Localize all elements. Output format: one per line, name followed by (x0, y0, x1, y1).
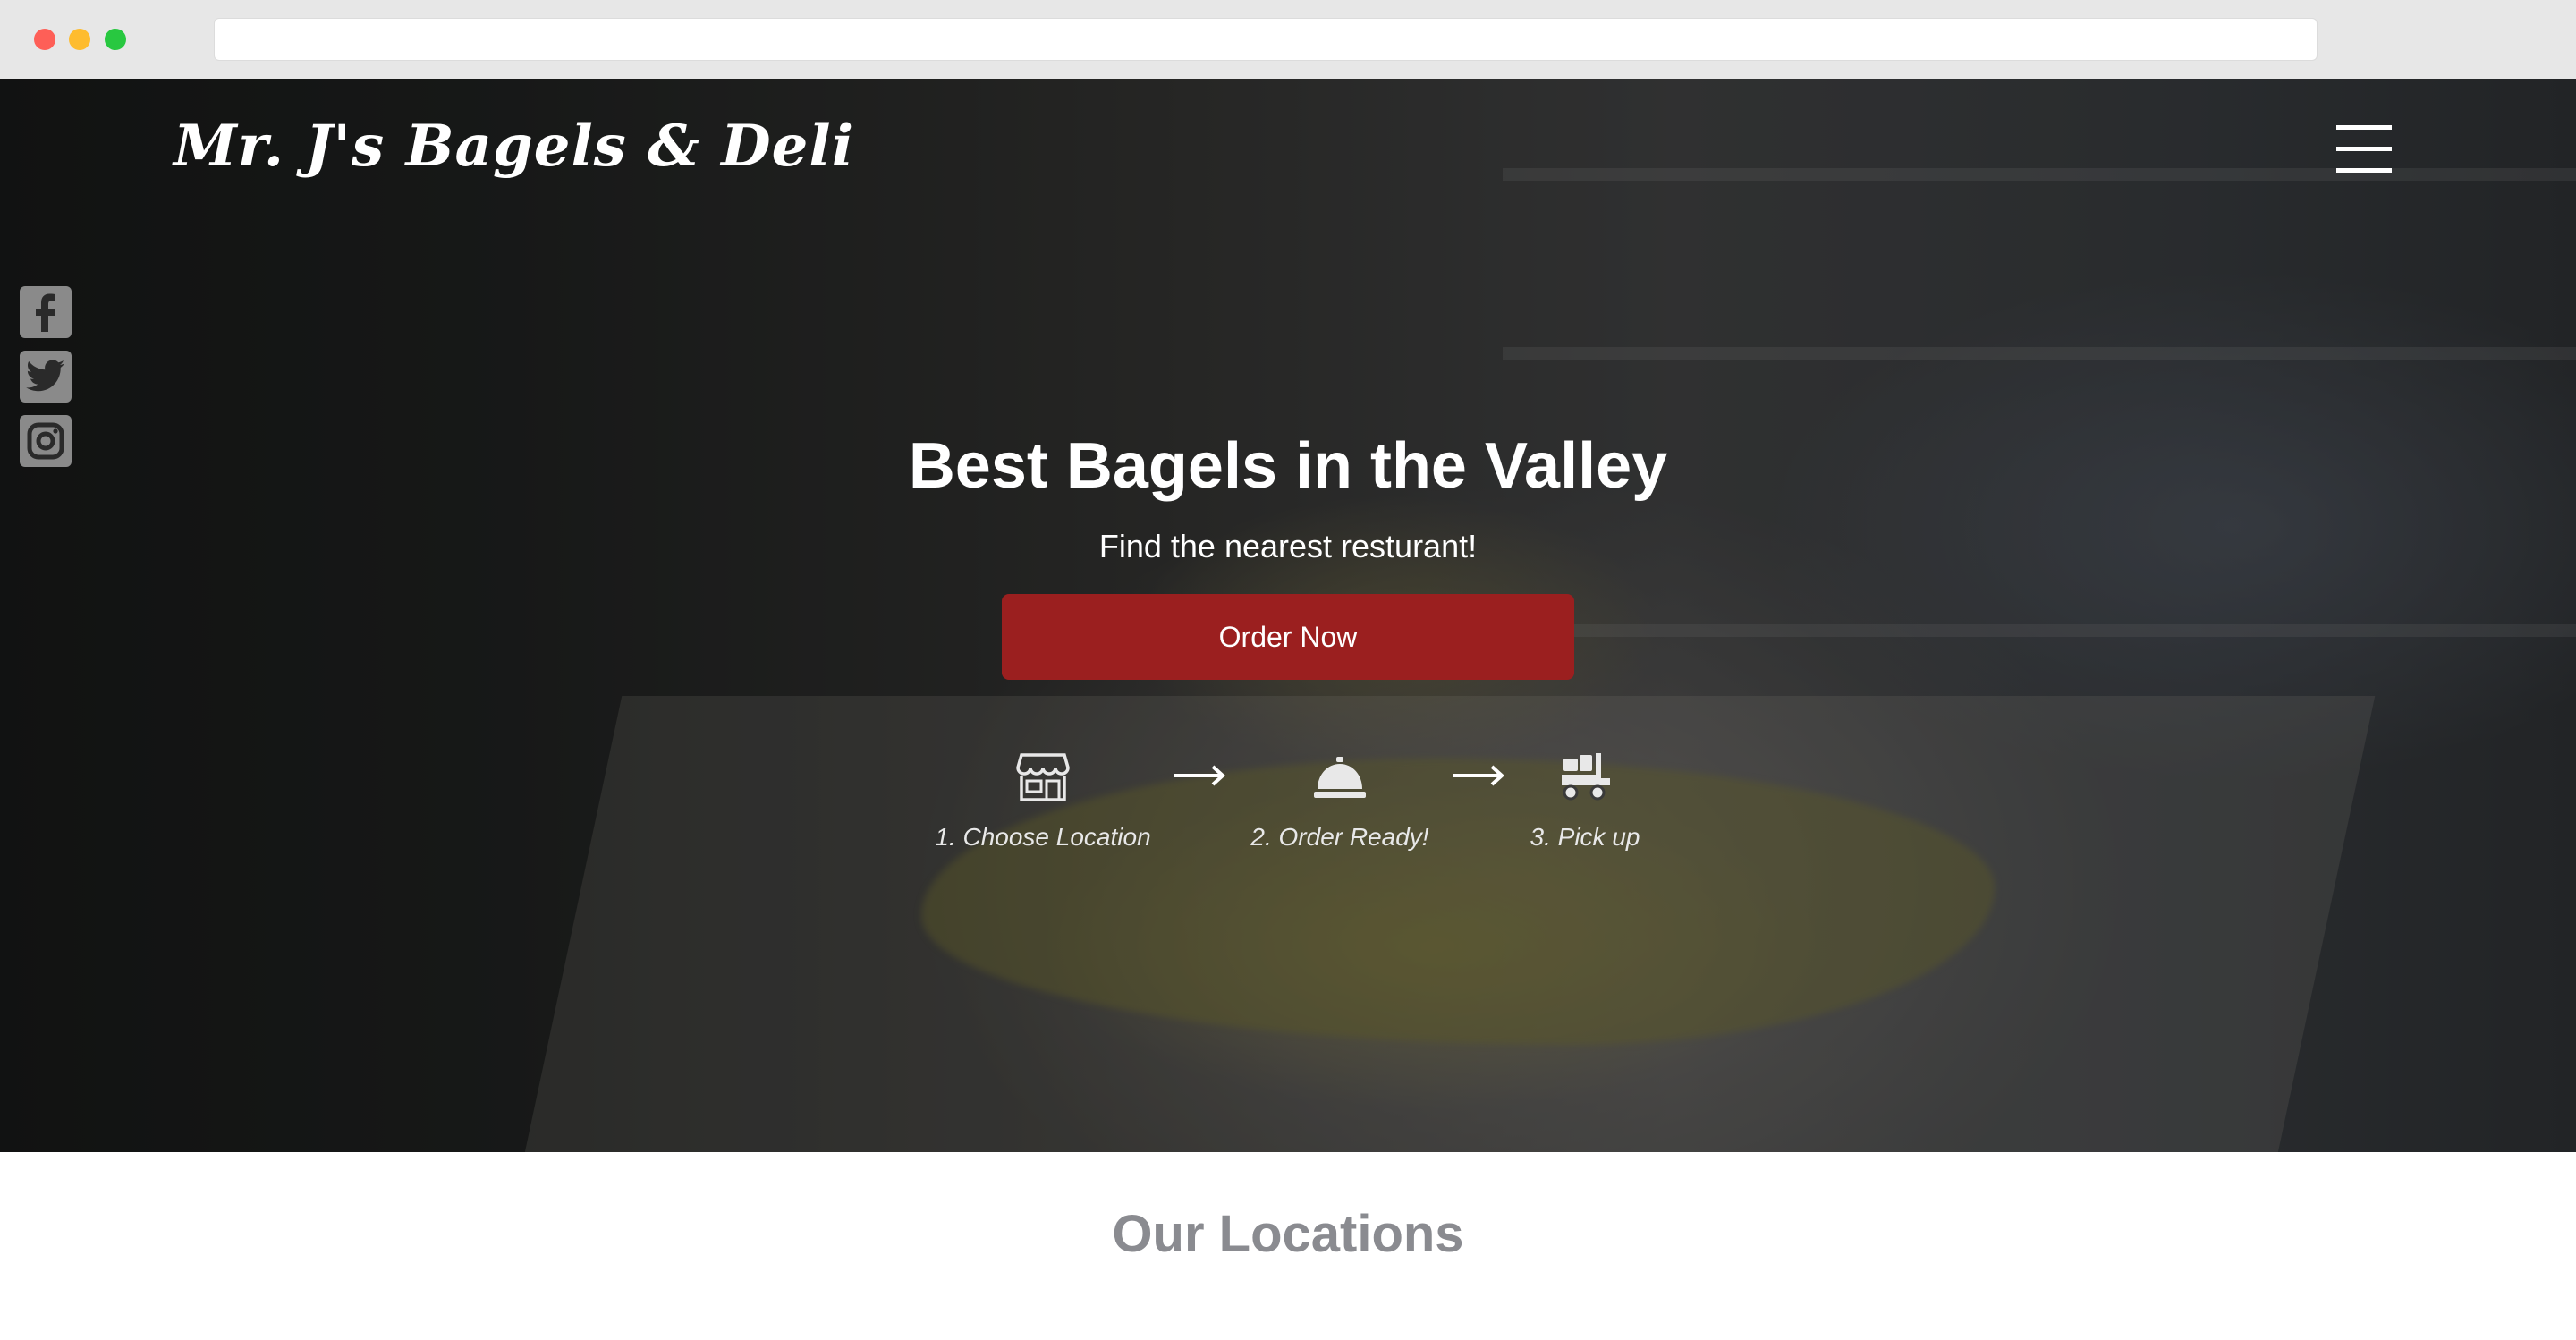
facebook-icon[interactable] (20, 286, 72, 338)
truck-loading-icon (1562, 753, 1610, 801)
step-label: 3. Pick up (1530, 823, 1640, 851)
step-pick-up: 3. Pick up (1451, 751, 1719, 852)
order-now-button[interactable]: Order Now (1002, 594, 1574, 680)
step-order-ready: 2. Order Ready! (1206, 751, 1474, 852)
window-close-button[interactable] (34, 29, 55, 50)
hero-subtitle: Find the nearest resturant! (1098, 528, 1478, 564)
window-minimize-button[interactable] (69, 29, 90, 50)
step-choose-location: 1. Choose Location (909, 751, 1177, 852)
twitter-icon[interactable] (20, 351, 72, 403)
storefront-icon (1016, 753, 1070, 801)
locations-section-title: Our Locations (1112, 1205, 1464, 1263)
hero-title: Best Bagels in the Valley (908, 430, 1668, 502)
hamburger-menu-icon[interactable] (2336, 125, 2392, 175)
service-bell-icon (1314, 757, 1366, 798)
step-label: 2. Order Ready! (1250, 823, 1429, 851)
step-label: 1. Choose Location (935, 823, 1151, 851)
window-zoom-button[interactable] (105, 29, 126, 50)
browser-chrome (0, 0, 2576, 80)
site-logo[interactable]: Mr. J's Bagels & Deli (174, 113, 854, 180)
address-bar[interactable] (214, 18, 2318, 61)
